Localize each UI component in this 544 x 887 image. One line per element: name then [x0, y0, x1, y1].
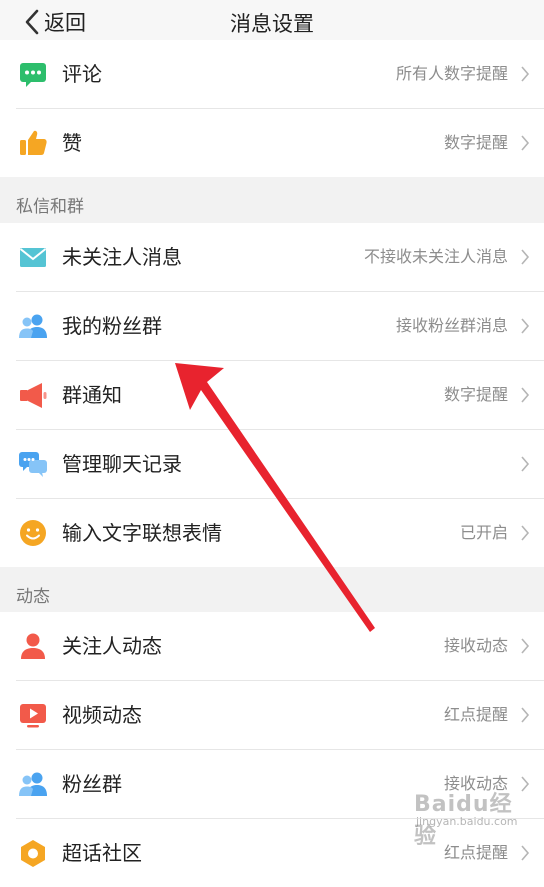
- row-label: 未关注人消息: [62, 245, 182, 269]
- page-title: 消息设置: [230, 12, 314, 36]
- row-label: 关注人动态: [62, 634, 162, 658]
- section-header-private: 私信和群: [0, 177, 544, 223]
- row-manage-chat-history[interactable]: 管理聊天记录: [0, 430, 544, 498]
- thumbs-up-icon: [18, 128, 48, 158]
- row-video-activity[interactable]: 视频动态 红点提醒: [0, 681, 544, 749]
- hexagon-icon: [18, 838, 48, 868]
- envelope-icon: [18, 242, 48, 272]
- chevron-right-icon: [520, 706, 530, 724]
- baidu-jingyan-watermark: Baidu经验 jingyan.baidu.com: [414, 786, 524, 849]
- row-value: 接收粉丝群消息: [395, 316, 508, 335]
- row-value: 接收动态: [443, 636, 508, 655]
- users-group-icon: [18, 769, 48, 799]
- chevron-right-icon: [520, 248, 530, 266]
- row-value: 不接收未关注人消息: [363, 247, 508, 266]
- chat-bubbles-icon: [18, 449, 48, 479]
- row-label: 视频动态: [62, 703, 142, 727]
- chevron-right-icon: [520, 455, 530, 473]
- row-label: 管理聊天记录: [62, 452, 182, 476]
- comment-bubble-icon: [18, 59, 48, 89]
- row-comment[interactable]: 评论 所有人数字提醒: [0, 40, 544, 108]
- row-label: 我的粉丝群: [62, 314, 162, 338]
- row-label: 输入文字联想表情: [62, 521, 222, 545]
- users-group-icon: [18, 311, 48, 341]
- chevron-right-icon: [520, 637, 530, 655]
- video-play-icon: [18, 700, 48, 730]
- row-emoji-suggestions[interactable]: 输入文字联想表情 已开启: [0, 499, 544, 567]
- megaphone-icon: [18, 380, 48, 410]
- row-label: 群通知: [62, 383, 122, 407]
- chevron-right-icon: [520, 317, 530, 335]
- row-group-notifications[interactable]: 群通知 数字提醒: [0, 361, 544, 429]
- watermark-url: jingyan.baidu.com: [416, 815, 518, 828]
- chevron-right-icon: [520, 134, 530, 152]
- row-label: 评论: [62, 62, 102, 86]
- section-title: 私信和群: [16, 197, 84, 217]
- row-label: 超话社区: [62, 841, 142, 865]
- row-label: 粉丝群: [62, 772, 122, 796]
- row-stranger-messages[interactable]: 未关注人消息 不接收未关注人消息: [0, 223, 544, 291]
- row-my-fan-groups[interactable]: 我的粉丝群 接收粉丝群消息: [0, 292, 544, 360]
- smiley-face-icon: [18, 518, 48, 548]
- section-header-activity: 动态: [0, 567, 544, 612]
- row-value: 数字提醒: [443, 133, 508, 152]
- row-value: 已开启: [459, 523, 508, 542]
- row-like[interactable]: 赞 数字提醒: [0, 109, 544, 177]
- row-following-activity[interactable]: 关注人动态 接收动态: [0, 612, 544, 680]
- chevron-right-icon: [520, 65, 530, 83]
- row-value: 红点提醒: [443, 705, 508, 724]
- section-title: 动态: [16, 587, 50, 607]
- chevron-right-icon: [520, 386, 530, 404]
- person-icon: [18, 631, 48, 661]
- chevron-right-icon: [520, 524, 530, 542]
- row-value: 数字提醒: [443, 385, 508, 404]
- row-value: 所有人数字提醒: [395, 64, 508, 83]
- row-label: 赞: [62, 131, 82, 155]
